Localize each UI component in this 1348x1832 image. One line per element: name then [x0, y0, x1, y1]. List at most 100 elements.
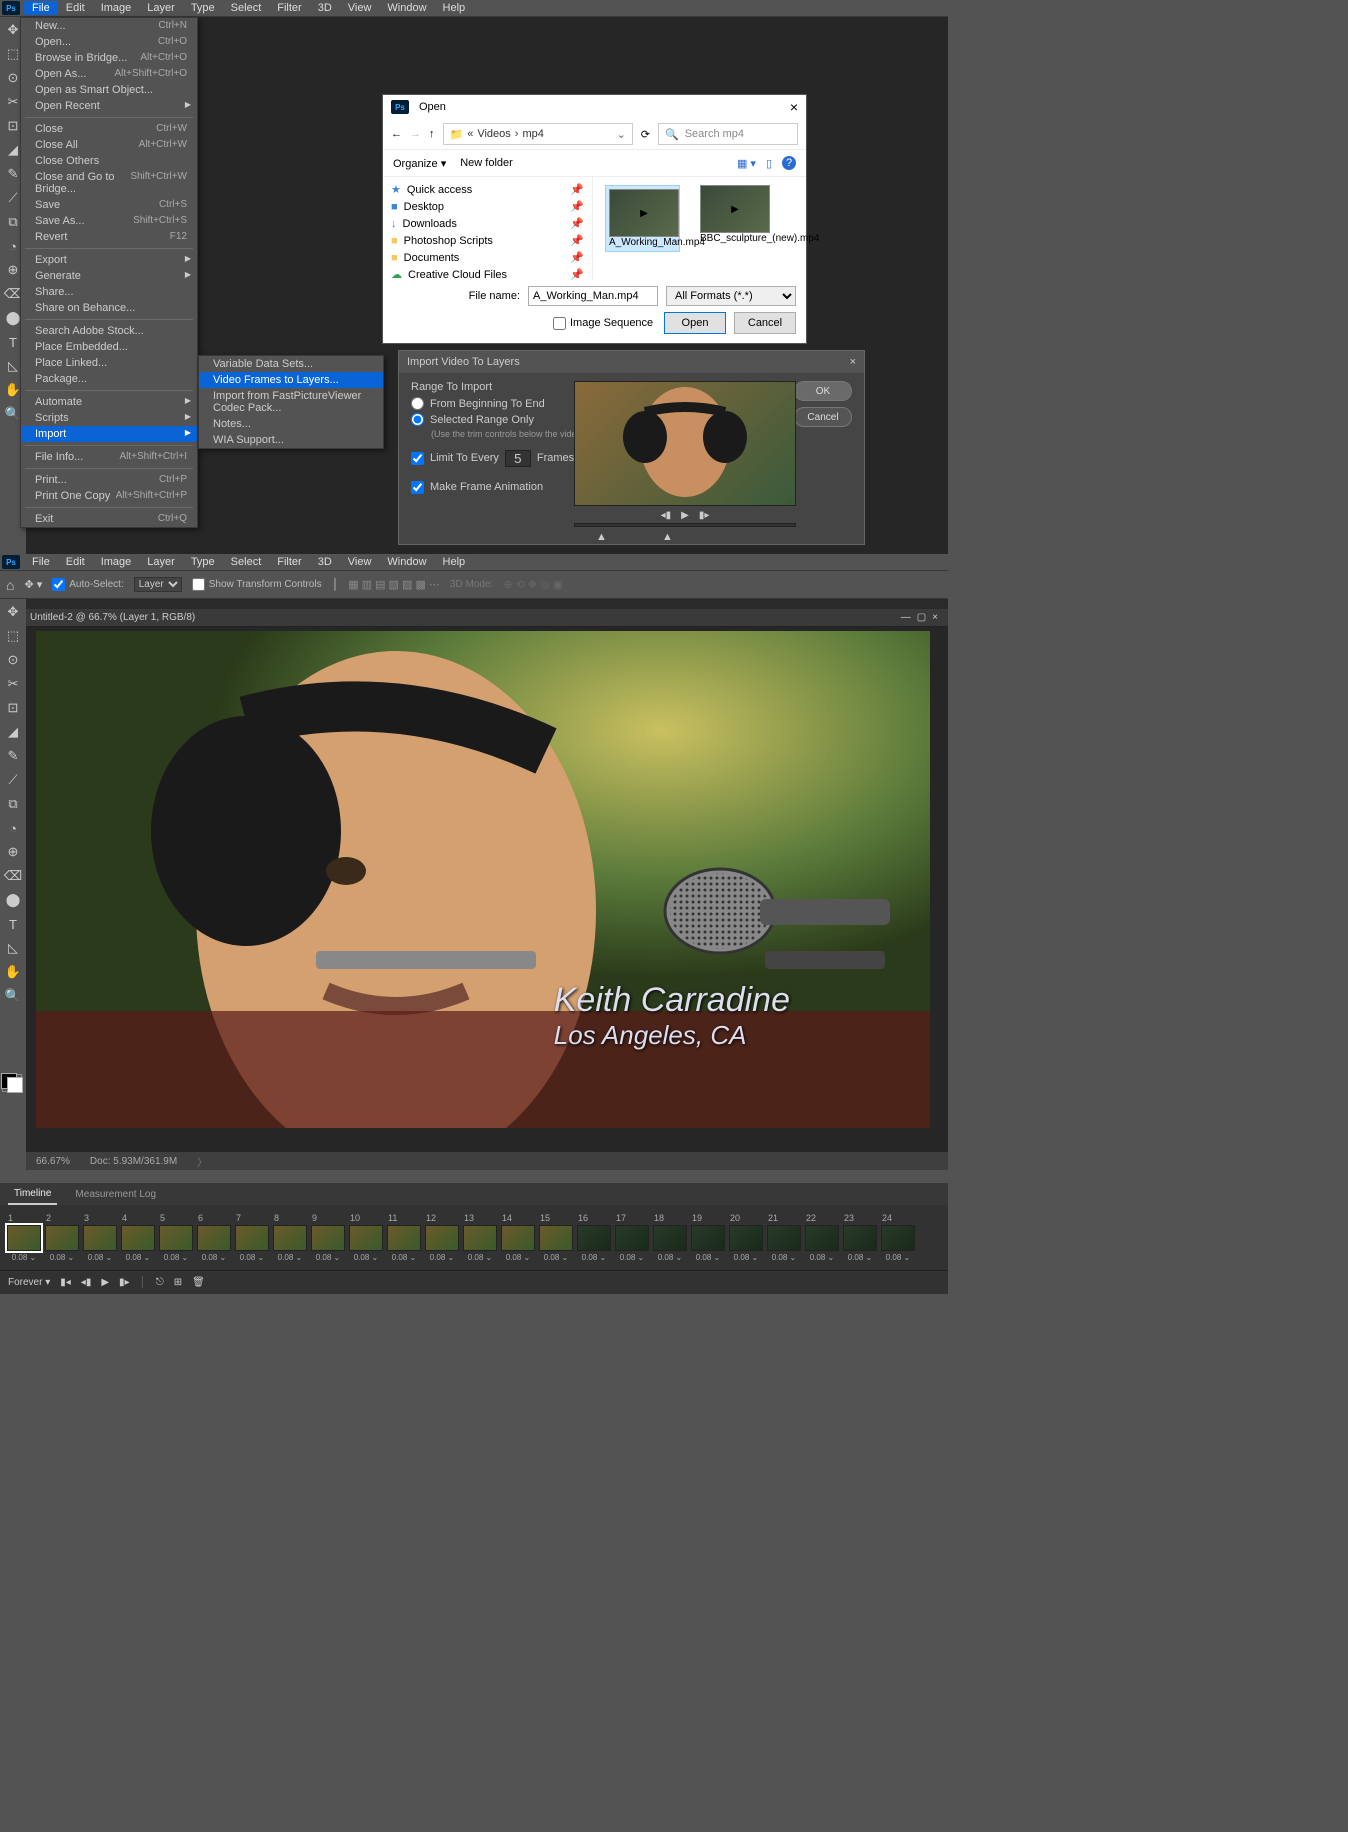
tool-icon[interactable]: ⟋ [3, 771, 23, 789]
mode-3d-icons[interactable]: ⊕ ⟲ ✥ ◎ ▣ [503, 578, 563, 591]
menu-item[interactable]: RevertF12 [21, 229, 197, 245]
tab-measurement[interactable]: Measurement Log [69, 1185, 162, 1204]
menu-edit[interactable]: Edit [58, 555, 93, 569]
menu-item[interactable]: SaveCtrl+S [21, 197, 197, 213]
timeline-frame[interactable]: 200.08 ⌄ [728, 1213, 764, 1262]
menu-layer[interactable]: Layer [139, 1, 183, 15]
tool-icon[interactable]: ⬤ [3, 891, 23, 909]
timeline-frame[interactable]: 150.08 ⌄ [538, 1213, 574, 1262]
view-icon[interactable]: ▦ ▾ [737, 157, 756, 170]
home-icon[interactable]: ⌂ [6, 577, 14, 593]
timeline-frame[interactable]: 20.08 ⌄ [44, 1213, 80, 1262]
menu-window[interactable]: Window [379, 1, 434, 15]
menu-item[interactable]: Browse in Bridge...Alt+Ctrl+O [21, 50, 197, 66]
limit-value-input[interactable] [505, 450, 531, 467]
breadcrumb[interactable]: 📁 « Videos› mp4 ⌄ [443, 123, 633, 145]
import-submenu[interactable]: Variable Data Sets...Video Frames to Lay… [198, 355, 384, 449]
menu-item[interactable]: Package... [21, 371, 197, 387]
timeline-frame[interactable]: 40.08 ⌄ [120, 1213, 156, 1262]
step-back-icon[interactable]: ◂▮ [661, 510, 672, 521]
tool-icon[interactable]: ◔ [3, 819, 23, 837]
timeline-frame[interactable]: 210.08 ⌄ [766, 1213, 802, 1262]
close-icon[interactable]: × [932, 612, 938, 623]
first-frame-icon[interactable]: ▮◂ [60, 1277, 71, 1288]
loop-select[interactable]: Forever ▾ [8, 1277, 50, 1288]
folder-tree[interactable]: ★Quick access📌■Desktop📌↓Downloads📌■Photo… [383, 177, 593, 280]
timeline-frame[interactable]: 180.08 ⌄ [652, 1213, 688, 1262]
ok-button[interactable]: OK [794, 381, 852, 401]
menu-item[interactable]: Open As...Alt+Shift+Ctrl+O [21, 66, 197, 82]
sidebar-item[interactable]: ■Desktop📌 [383, 198, 592, 215]
color-swatch[interactable] [2, 1074, 22, 1092]
frame-strip[interactable]: 10.08 ⌄20.08 ⌄30.08 ⌄40.08 ⌄50.08 ⌄60.08… [0, 1205, 948, 1270]
menu-file[interactable]: File [24, 1, 58, 15]
menu-type[interactable]: Type [183, 555, 223, 569]
tool-icon[interactable]: ✥ [3, 603, 23, 621]
menu-image[interactable]: Image [93, 555, 140, 569]
show-transform-checkbox[interactable]: Show Transform Controls [192, 578, 322, 591]
close-icon[interactable]: × [790, 99, 798, 115]
menu-filter[interactable]: Filter [269, 555, 309, 569]
menu-item[interactable]: Variable Data Sets... [199, 356, 383, 372]
timeline-frame[interactable]: 140.08 ⌄ [500, 1213, 536, 1262]
file-name-input[interactable] [528, 286, 658, 306]
timeline-frame[interactable]: 110.08 ⌄ [386, 1213, 422, 1262]
menu-item[interactable]: Import [21, 426, 197, 442]
sidebar-item[interactable]: ↓Downloads📌 [383, 215, 592, 232]
file-menu-dropdown[interactable]: New...Ctrl+NOpen...Ctrl+OBrowse in Bridg… [20, 17, 198, 528]
tool-icon[interactable]: ⊙ [3, 651, 23, 669]
menu-item[interactable]: Open Recent [21, 98, 197, 114]
new-folder-button[interactable]: New folder [460, 157, 513, 170]
menu-item[interactable]: WIA Support... [199, 432, 383, 448]
timeline-frame[interactable]: 30.08 ⌄ [82, 1213, 118, 1262]
menu-3d[interactable]: 3D [310, 555, 340, 569]
sidebar-item[interactable]: ★Quick access📌 [383, 181, 592, 198]
timeline-frame[interactable]: 60.08 ⌄ [196, 1213, 232, 1262]
timeline-frame[interactable]: 70.08 ⌄ [234, 1213, 270, 1262]
close-icon[interactable]: × [850, 356, 856, 368]
menu-item[interactable]: Place Linked... [21, 355, 197, 371]
file-list[interactable]: ▶A_Working_Man.mp4▶BBC_sculpture_(new).m… [593, 177, 806, 280]
menu-item[interactable]: ExitCtrl+Q [21, 511, 197, 527]
preview-pane-icon[interactable]: ▯ [766, 157, 772, 170]
minimize-icon[interactable]: — [901, 612, 911, 623]
menu-window[interactable]: Window [379, 555, 434, 569]
tween-icon[interactable]: ⎋ [156, 1277, 164, 1288]
maximize-icon[interactable]: ▢ [917, 612, 926, 623]
timeline-frame[interactable]: 10.08 ⌄ [6, 1213, 42, 1262]
menu-item[interactable]: Close AllAlt+Ctrl+W [21, 137, 197, 153]
timeline-frame[interactable]: 130.08 ⌄ [462, 1213, 498, 1262]
menu-help[interactable]: Help [435, 1, 474, 15]
organize-menu[interactable]: Organize ▾ [393, 157, 446, 170]
menu-item[interactable]: Import from FastPictureViewer Codec Pack… [199, 388, 383, 416]
menu-item[interactable]: Automate [21, 394, 197, 410]
menu-view[interactable]: View [340, 1, 380, 15]
zoom-level[interactable]: 66.67% [36, 1156, 70, 1167]
refresh-icon[interactable]: ⟳ [641, 128, 650, 141]
menu-item[interactable]: Generate [21, 268, 197, 284]
timeline-frame[interactable]: 220.08 ⌄ [804, 1213, 840, 1262]
menu-file[interactable]: File [24, 555, 58, 569]
sidebar-item[interactable]: ☁Creative Cloud Files📌 [383, 266, 592, 280]
file-thumbnail[interactable]: ▶A_Working_Man.mp4 [605, 185, 680, 252]
timeline-frame[interactable]: 50.08 ⌄ [158, 1213, 194, 1262]
menu-item[interactable]: Notes... [199, 416, 383, 432]
timeline-frame[interactable]: 240.08 ⌄ [880, 1213, 916, 1262]
tool-icon[interactable]: ⧉ [3, 795, 23, 813]
menu-item[interactable]: File Info...Alt+Shift+Ctrl+I [21, 449, 197, 465]
sidebar-item[interactable]: ■Photoshop Scripts📌 [383, 232, 592, 249]
tool-icon[interactable]: ⊕ [3, 843, 23, 861]
tool-icon[interactable]: ✂ [3, 675, 23, 693]
menu-type[interactable]: Type [183, 1, 223, 15]
timeline-frame[interactable]: 100.08 ⌄ [348, 1213, 384, 1262]
menu-item[interactable]: Open...Ctrl+O [21, 34, 197, 50]
back-icon[interactable]: ← [391, 128, 402, 140]
search-input[interactable]: 🔍Search mp4 [658, 123, 798, 145]
timeline-frame[interactable]: 90.08 ⌄ [310, 1213, 346, 1262]
play-icon[interactable]: ▶ [101, 1277, 109, 1288]
menu-image[interactable]: Image [93, 1, 140, 15]
tab-timeline[interactable]: Timeline [8, 1184, 57, 1205]
auto-select-checkbox[interactable]: Auto-Select: [52, 578, 123, 591]
tool-icon[interactable]: 🔍 [3, 987, 23, 1005]
tool-icon[interactable]: T [3, 915, 23, 933]
